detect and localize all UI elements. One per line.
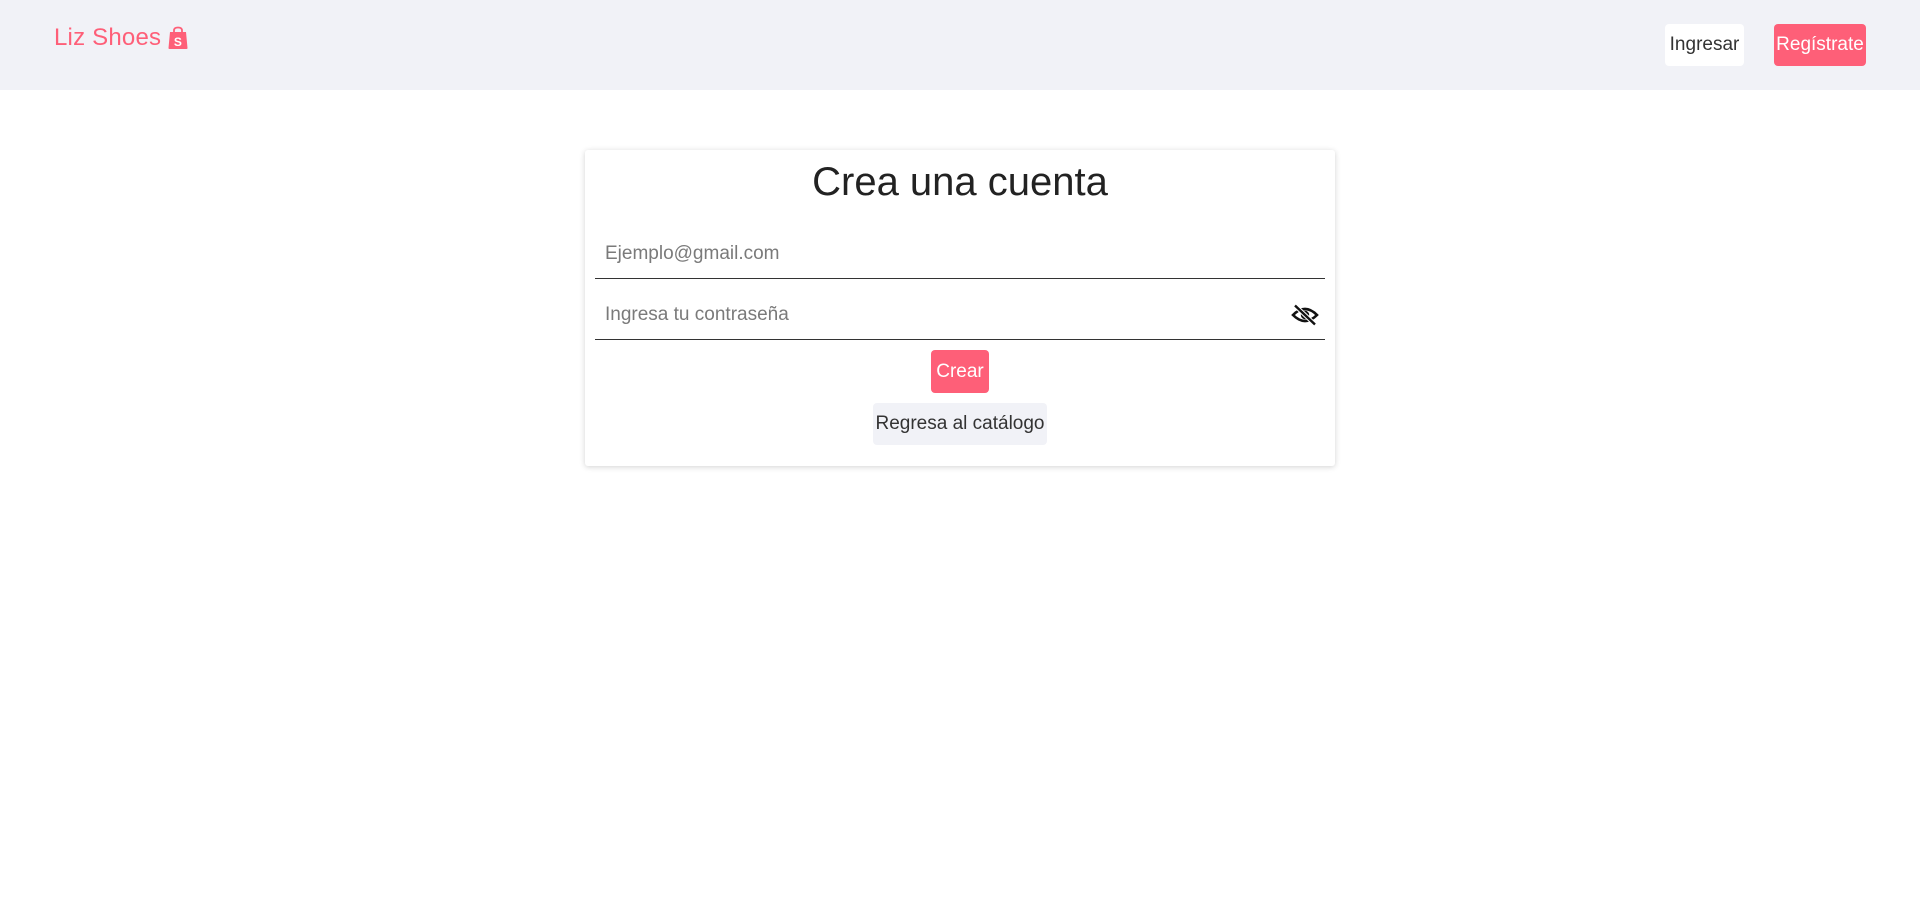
- svg-text:S: S: [174, 35, 182, 49]
- signup-card: Crea una cuenta Crear Regresa al catálog…: [585, 150, 1335, 466]
- shopping-bag-icon: S: [168, 26, 188, 49]
- password-field[interactable]: [595, 290, 1325, 339]
- email-field[interactable]: [595, 229, 1325, 278]
- password-field-wrapper: [595, 290, 1325, 340]
- navbar: Liz Shoes S Ingresar Regístrate: [0, 0, 1920, 90]
- register-button[interactable]: Regístrate: [1774, 24, 1866, 66]
- brand-name: Liz Shoes: [54, 24, 162, 51]
- brand-link[interactable]: Liz Shoes S: [54, 24, 189, 52]
- eye-slash-icon[interactable]: [1291, 303, 1319, 327]
- login-button[interactable]: Ingresar: [1665, 24, 1744, 66]
- back-to-catalog-button[interactable]: Regresa al catálogo: [873, 403, 1047, 445]
- create-account-button[interactable]: Crear: [931, 350, 989, 393]
- email-field-wrapper: [595, 229, 1325, 279]
- page-title: Crea una cuenta: [812, 160, 1108, 204]
